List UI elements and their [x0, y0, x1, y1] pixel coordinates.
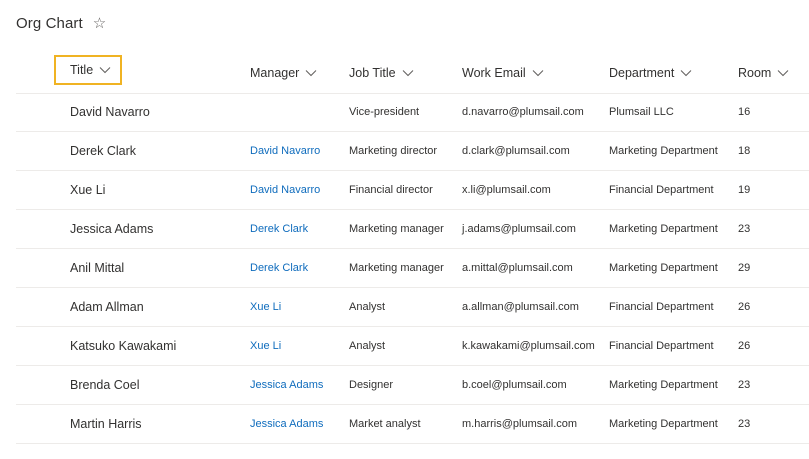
cell-job-title: Marketing manager [349, 223, 444, 235]
table-row[interactable]: Derek Clark David Navarro Marketing dire… [16, 132, 809, 171]
cell-work-email: d.navarro@plumsail.com [462, 106, 584, 118]
cell-title: Derek Clark [70, 144, 136, 158]
cell-work-email: j.adams@plumsail.com [462, 223, 576, 235]
chevron-down-icon [305, 69, 317, 77]
column-header-label: Room [738, 66, 772, 80]
cell-work-email: d.clark@plumsail.com [462, 145, 570, 157]
cell-department: Marketing Department [609, 379, 718, 391]
cell-department: Marketing Department [609, 145, 718, 157]
cell-job-title: Designer [349, 379, 394, 391]
column-header-label: Work Email [462, 66, 526, 80]
cell-manager-link[interactable]: David Navarro [250, 171, 320, 209]
cell-work-email: m.harris@plumsail.com [462, 418, 578, 430]
column-header-work-email[interactable]: Work Email [462, 53, 544, 93]
chevron-down-icon [402, 69, 414, 77]
cell-room: 26 [738, 340, 751, 352]
cell-title: Adam Allman [70, 300, 144, 314]
table-row[interactable]: Jessica Adams Derek Clark Marketing mana… [16, 210, 809, 249]
table-row[interactable]: Katsuko Kawakami Xue Li Analyst k.kawaka… [16, 327, 809, 366]
cell-job-title: Analyst [349, 301, 386, 313]
cell-department: Marketing Department [609, 262, 718, 274]
cell-room: 23 [738, 379, 751, 391]
cell-department: Financial Department [609, 184, 714, 196]
cell-job-title: Financial director [349, 184, 433, 196]
cell-manager-link[interactable]: Xue Li [250, 327, 281, 365]
cell-department: Plumsail LLC [609, 106, 674, 118]
cell-title: Xue Li [70, 183, 106, 197]
cell-manager-link[interactable]: Xue Li [250, 288, 281, 326]
cell-room: 16 [738, 106, 751, 118]
cell-job-title: Analyst [349, 340, 386, 352]
cell-room: 26 [738, 301, 751, 313]
chevron-down-icon [680, 69, 692, 77]
chevron-down-icon [532, 69, 544, 77]
cell-manager-link[interactable]: Jessica Adams [250, 405, 323, 443]
cell-manager-link[interactable]: Derek Clark [250, 210, 308, 248]
cell-department: Financial Department [609, 340, 714, 352]
column-header-row: Title Manager Job Title Work Email Depar… [16, 53, 809, 94]
cell-work-email: a.mittal@plumsail.com [462, 262, 573, 274]
table-row[interactable]: Adam Allman Xue Li Analyst a.allman@plum… [16, 288, 809, 327]
table-row[interactable]: Xue Li David Navarro Financial director … [16, 171, 809, 210]
chevron-down-icon [99, 66, 111, 74]
table-row[interactable]: Brenda Coel Jessica Adams Designer b.coe… [16, 366, 809, 405]
cell-manager-link[interactable]: David Navarro [250, 132, 320, 170]
column-header-label: Manager [250, 66, 300, 80]
table-row[interactable]: Martin Harris Jessica Adams Market analy… [16, 405, 809, 444]
cell-title: Jessica Adams [70, 222, 154, 236]
cell-department: Financial Department [609, 301, 714, 313]
cell-room: 23 [738, 223, 751, 235]
cell-department: Marketing Department [609, 223, 718, 235]
table-row[interactable]: Anil Mittal Derek Clark Marketing manage… [16, 249, 809, 288]
cell-job-title: Marketing director [349, 145, 438, 157]
cell-department: Marketing Department [609, 418, 718, 430]
cell-job-title: Market analyst [349, 418, 421, 430]
column-header-manager[interactable]: Manager [250, 53, 317, 93]
chevron-down-icon [777, 69, 789, 77]
column-header-title[interactable]: Title [54, 55, 122, 85]
cell-manager-link[interactable]: Jessica Adams [250, 366, 323, 404]
column-header-label: Department [609, 66, 675, 80]
cell-title: David Navarro [70, 105, 150, 119]
cell-room: 19 [738, 184, 751, 196]
cell-work-email: b.coel@plumsail.com [462, 379, 567, 391]
cell-work-email: k.kawakami@plumsail.com [462, 340, 595, 352]
cell-room: 29 [738, 262, 751, 274]
cell-room: 18 [738, 145, 751, 157]
cell-job-title: Marketing manager [349, 262, 444, 274]
list-page: Org Chart ☆ Title Manager Job Title Work… [0, 0, 809, 459]
cell-work-email: x.li@plumsail.com [462, 184, 551, 196]
cell-work-email: a.allman@plumsail.com [462, 301, 579, 313]
cell-title: Anil Mittal [70, 261, 125, 275]
list-header: Org Chart ☆ [16, 12, 106, 34]
cell-room: 23 [738, 418, 751, 430]
column-header-label: Title [70, 63, 94, 77]
column-header-label: Job Title [349, 66, 396, 80]
cell-title: Brenda Coel [70, 378, 140, 392]
table-row[interactable]: David Navarro Vice-president d.navarro@p… [16, 93, 809, 132]
list-title: Org Chart [16, 14, 83, 32]
column-header-room[interactable]: Room [738, 53, 789, 93]
column-header-job-title[interactable]: Job Title [349, 53, 414, 93]
cell-job-title: Vice-president [349, 106, 420, 118]
star-icon[interactable]: ☆ [93, 16, 106, 31]
cell-title: Martin Harris [70, 417, 142, 431]
cell-manager-link[interactable]: Derek Clark [250, 249, 308, 287]
column-header-department[interactable]: Department [609, 53, 692, 93]
cell-title: Katsuko Kawakami [70, 339, 177, 353]
